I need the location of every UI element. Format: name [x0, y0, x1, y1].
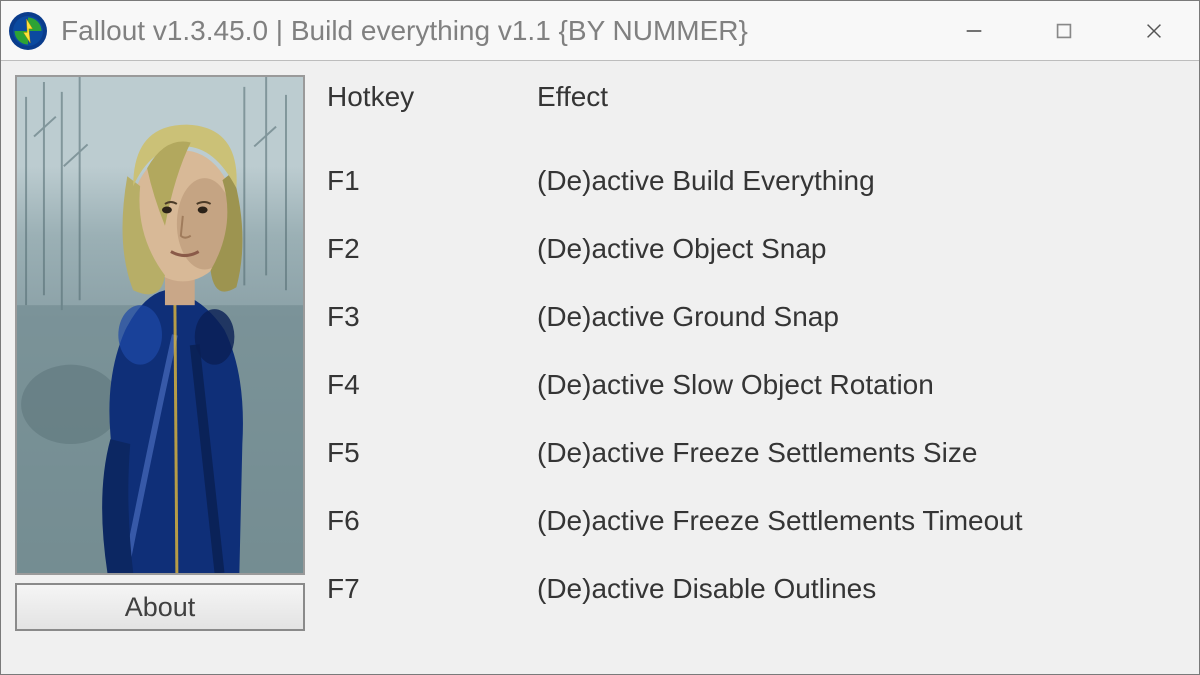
col-hotkey-header: Hotkey: [327, 81, 537, 147]
effect-cell: (De)active Object Snap: [537, 215, 1185, 283]
effect-cell: (De)active Disable Outlines: [537, 555, 1185, 623]
app-icon: [9, 12, 47, 50]
col-effect-header: Effect: [537, 81, 1185, 147]
maximize-button[interactable]: [1019, 1, 1109, 60]
hotkey-tbody: F1 (De)active Build Everything F2 (De)ac…: [327, 147, 1185, 623]
table-row: F1 (De)active Build Everything: [327, 147, 1185, 215]
effect-cell: (De)active Build Everything: [537, 147, 1185, 215]
table-row: F5 (De)active Freeze Settlements Size: [327, 419, 1185, 487]
hotkey-panel: Hotkey Effect F1 (De)active Build Everyt…: [327, 75, 1185, 660]
effect-cell: (De)active Ground Snap: [537, 283, 1185, 351]
table-row: F4 (De)active Slow Object Rotation: [327, 351, 1185, 419]
about-button[interactable]: About: [15, 583, 305, 631]
left-panel: About: [15, 75, 305, 660]
window-controls: [929, 1, 1199, 60]
minimize-button[interactable]: [929, 1, 1019, 60]
table-row: F3 (De)active Ground Snap: [327, 283, 1185, 351]
hotkey-cell: F6: [327, 487, 537, 555]
hotkey-cell: F5: [327, 419, 537, 487]
hotkey-cell: F3: [327, 283, 537, 351]
hotkey-cell: F4: [327, 351, 537, 419]
table-row: F2 (De)active Object Snap: [327, 215, 1185, 283]
effect-cell: (De)active Freeze Settlements Size: [537, 419, 1185, 487]
effect-cell: (De)active Slow Object Rotation: [537, 351, 1185, 419]
hotkey-cell: F2: [327, 215, 537, 283]
app-window: Fallout v1.3.45.0 | Build everything v1.…: [0, 0, 1200, 675]
table-row: F7 (De)active Disable Outlines: [327, 555, 1185, 623]
character-image: [15, 75, 305, 575]
hotkey-table: Hotkey Effect F1 (De)active Build Everyt…: [327, 81, 1185, 623]
content-area: About Hotkey Effect F1 (De)active Build …: [1, 61, 1199, 674]
titlebar[interactable]: Fallout v1.3.45.0 | Build everything v1.…: [1, 1, 1199, 61]
close-button[interactable]: [1109, 1, 1199, 60]
hotkey-cell: F7: [327, 555, 537, 623]
hotkey-cell: F1: [327, 147, 537, 215]
effect-cell: (De)active Freeze Settlements Timeout: [537, 487, 1185, 555]
window-title: Fallout v1.3.45.0 | Build everything v1.…: [61, 15, 929, 47]
table-row: F6 (De)active Freeze Settlements Timeout: [327, 487, 1185, 555]
